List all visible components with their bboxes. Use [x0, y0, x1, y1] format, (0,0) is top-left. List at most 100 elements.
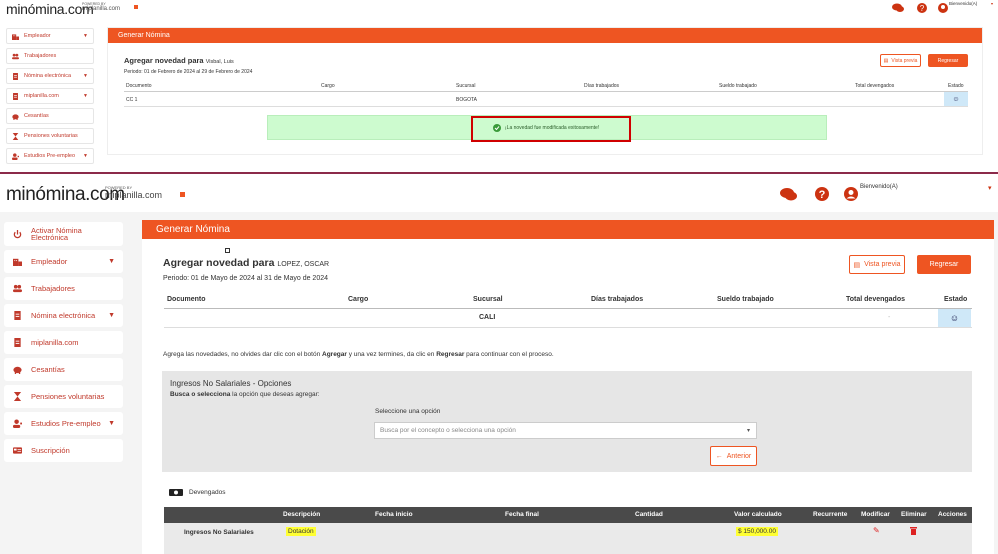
sidebar-item-cesantias[interactable]: Cesantías: [4, 358, 123, 381]
bottom-header: minómina.com POWERED BY miplanilla.com ?…: [0, 176, 998, 212]
dcol-fecha-final: Fecha final: [505, 511, 539, 518]
col-total: Total devengados: [846, 296, 905, 303]
document-icon: [12, 92, 19, 100]
sidebar-item-nomina-electronica[interactable]: Nómina electrónica ▼: [4, 304, 123, 327]
options-subtitle: Busca o selecciona la opción que deseas …: [170, 391, 320, 398]
sidebar-item-activar-nomina-electronica[interactable]: Activar Nómina Electrónica: [4, 222, 123, 246]
top-back-button[interactable]: Regresar: [928, 54, 968, 67]
col-documento: Documento: [167, 296, 206, 303]
top-sidebar: Empleador ▼ Trabajadores Nómina electrónica…: [6, 28, 94, 168]
bottom-period: Periodo: 01 de Mayo de 2024 al 31 de May…: [163, 275, 329, 282]
top-col-total: Total devengados: [855, 83, 895, 89]
chevron-down-icon[interactable]: ▼: [83, 153, 88, 159]
dcol-recurrente: Recurrente: [813, 511, 848, 518]
sidebar-item-estudios-pre-empleo[interactable]: Estudios Pre-empleo ▼: [4, 412, 123, 435]
sidebar-item-pensiones-voluntarias[interactable]: Pensiones voluntarias: [4, 385, 123, 408]
sidebar-item-label: Trabajadores: [24, 53, 57, 59]
document-icon: ▤: [883, 57, 889, 64]
edit-icon[interactable]: ✎: [873, 526, 880, 535]
sidebar-item-label: Pensiones voluntarias: [31, 392, 105, 401]
avatar-icon[interactable]: [938, 3, 948, 13]
bottom-preview-button[interactable]: ▤ Vista previa: [849, 255, 905, 274]
users-icon: [12, 53, 19, 60]
option-select[interactable]: Busca por el concepto o selecciona una o…: [374, 422, 757, 439]
sidebar-item-empleador[interactable]: Empleador ▼: [4, 250, 123, 273]
row-sucursal: CALI: [479, 314, 496, 321]
sidebar-item-label: Trabajadores: [31, 284, 75, 293]
top-panel-title: Generar Nómina: [108, 28, 982, 43]
sidebar-item-trabajadores[interactable]: Trabajadores: [6, 48, 94, 64]
user-menu-chevron-icon[interactable]: ▾: [988, 184, 992, 192]
chevron-down-icon[interactable]: ▼: [108, 258, 115, 265]
help-icon[interactable]: ?: [815, 187, 829, 201]
svg-text:?: ?: [819, 189, 826, 201]
top-preview-button[interactable]: ▤ Vista previa: [880, 54, 921, 67]
svg-text:?: ?: [920, 4, 925, 13]
row-valor: $ 150,000.00: [736, 527, 778, 536]
chevron-down-icon[interactable]: ▼: [83, 73, 88, 79]
top-col-dias: Días trabajados: [584, 83, 620, 89]
instructions-text: Agrega las novedades, no olvides dar cli…: [163, 351, 554, 358]
sidebar-item-nomina-electronica[interactable]: Nómina electrónica ▼: [6, 68, 94, 84]
row-descripcion: Dotación: [286, 527, 316, 536]
user-menu-chevron-icon[interactable]: ▾: [991, 1, 993, 6]
chevron-down-icon[interactable]: ▼: [83, 33, 88, 39]
chat-icon[interactable]: [780, 187, 798, 201]
col-sucursal: Sucursal: [473, 296, 503, 303]
help-icon[interactable]: ?: [917, 3, 927, 13]
sidebar-item-label: Empleador: [31, 257, 68, 266]
hourglass-icon: [12, 132, 19, 140]
top-estado-user-icon[interactable]: ☺: [944, 92, 968, 106]
welcome-label: Bienvenido(A): [860, 184, 898, 190]
avatar-icon[interactable]: [844, 187, 858, 201]
sidebar-item-label: Suscripción: [31, 446, 70, 455]
bottom-screenshot: minómina.com POWERED BY miplanilla.com ?…: [0, 176, 998, 554]
bottom-employee-name: LOPEZ, OSCAR: [277, 261, 330, 268]
piggy-bank-icon: [12, 113, 19, 120]
sidebar-item-trabajadores[interactable]: Trabajadores: [4, 277, 123, 300]
logo-mark-icon: [180, 192, 185, 197]
top-main-panel: Generar Nómina Agregar novedad para Visb…: [107, 27, 983, 155]
sidebar-item-label: Nómina electrónica: [31, 311, 96, 320]
options-title: Ingresos No Salariales - Opciones: [170, 379, 292, 388]
top-table-bottom: [124, 106, 968, 107]
dcol-valor: Valor calculado: [734, 511, 782, 518]
previous-button[interactable]: ← Anterior: [710, 446, 757, 466]
cursor-box: [225, 248, 230, 253]
building-icon: [13, 257, 22, 266]
sidebar-item-cesantias[interactable]: Cesantías: [6, 108, 94, 124]
chat-icon[interactable]: [892, 3, 904, 13]
welcome-label: Bienvenido(A): [949, 1, 978, 6]
top-header: minómina.com POWERED BY miplanilla.com ?…: [0, 0, 998, 20]
chevron-down-icon[interactable]: ▼: [108, 312, 115, 319]
estado-user-icon[interactable]: ☺: [938, 309, 971, 327]
delete-icon[interactable]: [910, 527, 917, 535]
col-cargo: Cargo: [348, 296, 369, 303]
sidebar-item-label: miplanilla.com: [31, 338, 79, 347]
bottom-panel-title: Generar Nómina: [142, 220, 994, 239]
top-period: Periodo: 01 de Febrero de 2024 al 29 de …: [124, 69, 253, 75]
top-table-divider: [124, 91, 968, 92]
top-col-sueldo: Sueldo trabajado: [719, 83, 757, 89]
col-dias: Días trabajados: [591, 296, 644, 303]
sidebar-item-estudios-pre-empleo[interactable]: Estudios Pre-empleo ▼: [6, 148, 94, 164]
logo-miplanilla: miplanilla.com: [105, 190, 163, 200]
screenshot-separator: [0, 172, 998, 174]
table-divider: [164, 308, 972, 309]
chevron-down-icon[interactable]: ▼: [108, 420, 115, 427]
top-heading: Agregar novedad para Visbal, Luis: [124, 56, 234, 65]
chevron-down-icon[interactable]: ▼: [83, 93, 88, 99]
sidebar-item-empleador[interactable]: Empleador ▼: [6, 28, 94, 44]
sidebar-item-pensiones-voluntarias[interactable]: Pensiones voluntarias: [6, 128, 94, 144]
logo-minomina[interactable]: minómina.com: [6, 1, 94, 17]
sidebar-item-label: Cesantías: [31, 365, 65, 374]
dcol-descripcion: Descripción: [283, 511, 321, 518]
sidebar-item-miplanilla-com[interactable]: miplanilla.com ▼: [6, 88, 94, 104]
logo-miplanilla: miplanilla.com: [82, 6, 121, 12]
bottom-back-button[interactable]: Regresar: [917, 255, 971, 274]
document-icon: [12, 72, 19, 80]
user-check-icon: [12, 152, 19, 160]
top-col-cargo: Cargo: [321, 83, 335, 89]
sidebar-item-suscripcion[interactable]: Suscripción: [4, 439, 123, 462]
sidebar-item-miplanilla-com[interactable]: miplanilla.com: [4, 331, 123, 354]
